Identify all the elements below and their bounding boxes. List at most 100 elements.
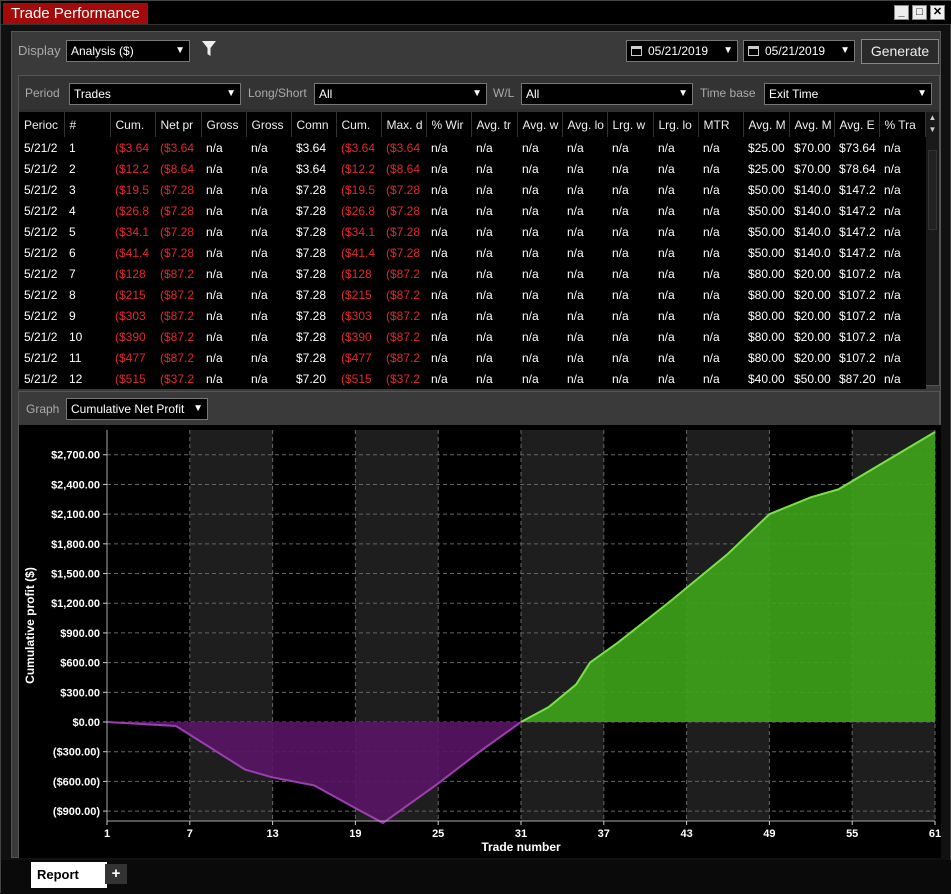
table-cell: $7.28 (296, 350, 327, 365)
close-button[interactable]: ✕ (930, 5, 945, 20)
display-select[interactable]: Analysis ($) ▼ (66, 40, 190, 62)
table-cell: n/a (703, 266, 720, 281)
table-cell: n/a (206, 182, 223, 197)
table-cell: $20.00 (794, 350, 831, 365)
longshort-value: All (319, 87, 333, 101)
y-tick-label: $2,100.00 (51, 509, 100, 521)
table-cell: n/a (206, 266, 223, 281)
column-header[interactable]: Cum. (110, 112, 156, 137)
y-tick-label: ($600.00) (53, 776, 100, 788)
table-cell: n/a (658, 203, 675, 218)
table-cell: $147.2 (839, 224, 876, 239)
table-header-row: Perioc # Cum. Net pr Gross Gross Comn Cum. Max. … (19, 112, 926, 137)
table-cell: 5/21/2 (24, 203, 58, 218)
table-cell: n/a (431, 287, 448, 302)
table-cell: $107.2 (839, 266, 876, 281)
column-header[interactable]: Max. d (381, 112, 427, 137)
table-cell: n/a (431, 371, 448, 386)
column-header[interactable]: Avg. M (743, 112, 790, 137)
column-header[interactable]: Avg. lo (562, 112, 608, 137)
table-row[interactable]: 5/21/2 9 ($303 ($87.2 n/a n/a $7.28 ($303 ($87.2… (19, 305, 925, 326)
column-header[interactable]: Avg. M (789, 112, 835, 137)
add-tab-button[interactable]: + (105, 864, 127, 884)
table-cell: 5/21/2 (24, 371, 58, 386)
table-cell: n/a (884, 182, 901, 197)
table-cell: 12 (69, 371, 83, 386)
column-header[interactable]: Gross (246, 112, 292, 137)
timebase-select[interactable]: Exit Time ▼ (764, 83, 932, 105)
table-cell: 5/21/2 (24, 350, 58, 365)
date-from-picker[interactable]: 05/21/2019 ▼ (626, 40, 738, 62)
tab-report[interactable]: Report (31, 862, 107, 888)
table-cell: ($515 (115, 371, 146, 386)
date-to-picker[interactable]: 05/21/2019 ▼ (743, 40, 855, 62)
table-row[interactable]: 5/21/2 11 ($477 ($87.2 n/a n/a $7.28 ($477 ($87.… (19, 347, 925, 368)
table-cell: n/a (703, 203, 720, 218)
table-row[interactable]: 5/21/2 4 ($26.8 ($7.28 n/a n/a $7.28 ($26.8 ($7.… (19, 200, 925, 221)
scroll-thumb[interactable] (928, 150, 937, 230)
column-header[interactable]: Avg. E (834, 112, 880, 137)
column-header[interactable]: % Wir (426, 112, 472, 137)
chevron-down-icon: ▼ (917, 88, 927, 99)
longshort-select[interactable]: All ▼ (314, 83, 487, 105)
table-cell: n/a (884, 329, 901, 344)
table-cell: ($303 (115, 308, 146, 323)
column-header[interactable]: MTR (698, 112, 744, 137)
table-cell: $80.00 (748, 266, 785, 281)
table-row[interactable]: 5/21/2 6 ($41.4 ($7.28 n/a n/a $7.28 ($41.4 ($7.… (19, 242, 925, 263)
table-row[interactable]: 5/21/2 7 ($128 ($87.2 n/a n/a $7.28 ($128 ($87.2… (19, 263, 925, 284)
column-header[interactable]: % Tra (879, 112, 926, 137)
column-header[interactable]: Comn (291, 112, 337, 137)
table-row[interactable]: 5/21/2 3 ($19.5 ($7.28 n/a n/a $7.28 ($19.5 ($7.… (19, 179, 925, 200)
column-header[interactable]: Perioc (19, 112, 65, 137)
table-cell: ($41.4 (341, 245, 376, 260)
table-cell: $50.00 (748, 203, 785, 218)
y-tick-label: $1,800.00 (51, 539, 100, 551)
table-cell: $140.0 (794, 245, 831, 260)
table-cell: n/a (476, 329, 493, 344)
table-cell: n/a (703, 287, 720, 302)
column-header[interactable]: Lrg. w (607, 112, 654, 137)
table-row[interactable]: 5/21/2 1 ($3.64 ($3.64 n/a n/a $3.64 ($3.64 ($3.… (19, 137, 925, 158)
table-cell: n/a (522, 140, 539, 155)
table-cell: $20.00 (794, 287, 831, 302)
table-row[interactable]: 5/21/2 12 ($515 ($37.2 n/a n/a $7.20 ($515 ($37.… (19, 368, 925, 389)
column-header[interactable]: Gross (201, 112, 247, 137)
table-cell: $7.28 (296, 182, 327, 197)
generate-button[interactable]: Generate (861, 39, 939, 64)
scroll-up-icon[interactable]: ▲ (926, 112, 939, 124)
period-value: Trades (74, 87, 111, 101)
column-header[interactable]: # (64, 112, 111, 137)
column-header[interactable]: Cum. (336, 112, 382, 137)
window-title: Trade Performance (3, 3, 148, 24)
table-cell: $20.00 (794, 329, 831, 344)
period-select[interactable]: Trades ▼ (69, 83, 241, 105)
table-cell: n/a (431, 308, 448, 323)
table-cell: ($477 (115, 350, 146, 365)
table-row[interactable]: 5/21/2 10 ($390 ($87.2 n/a n/a $7.28 ($390 ($87.… (19, 326, 925, 347)
table-scrollbar[interactable]: ▲ ▼ (926, 112, 939, 385)
column-header[interactable]: Avg. tr (471, 112, 518, 137)
wl-select[interactable]: All ▼ (521, 83, 693, 105)
table-row[interactable]: 5/21/2 5 ($34.1 ($7.28 n/a n/a $7.28 ($34.1 ($7.… (19, 221, 925, 242)
table-row[interactable]: 5/21/2 8 ($215 ($87.2 n/a n/a $7.28 ($215 ($87.2… (19, 284, 925, 305)
graph-select[interactable]: Cumulative Net Profit ▼ (66, 398, 208, 420)
toolbar: Display Analysis ($) ▼ 05/21/2019 ▼ 05/21/… (12, 32, 940, 70)
table-cell: n/a (251, 350, 268, 365)
wl-label: W/L (493, 86, 515, 100)
filter-icon[interactable] (202, 41, 216, 60)
table-cell: ($19.5 (341, 182, 376, 197)
table-row[interactable]: 5/21/2 2 ($12.2 ($8.64 n/a n/a $3.64 ($12.2 ($8.… (19, 158, 925, 179)
table-cell: n/a (522, 224, 539, 239)
scroll-down-icon[interactable]: ▼ (926, 124, 939, 136)
x-tick-label: 25 (432, 828, 444, 840)
maximize-button[interactable]: □ (912, 5, 927, 20)
minimize-button[interactable]: _ (894, 5, 909, 20)
chevron-down-icon: ▼ (840, 45, 850, 56)
table-cell: $107.2 (839, 329, 876, 344)
column-header[interactable]: Avg. w (517, 112, 563, 137)
table-cell: n/a (251, 329, 268, 344)
column-header[interactable]: Lrg. lo (653, 112, 699, 137)
table-cell: n/a (251, 245, 268, 260)
column-header[interactable]: Net pr (155, 112, 202, 137)
